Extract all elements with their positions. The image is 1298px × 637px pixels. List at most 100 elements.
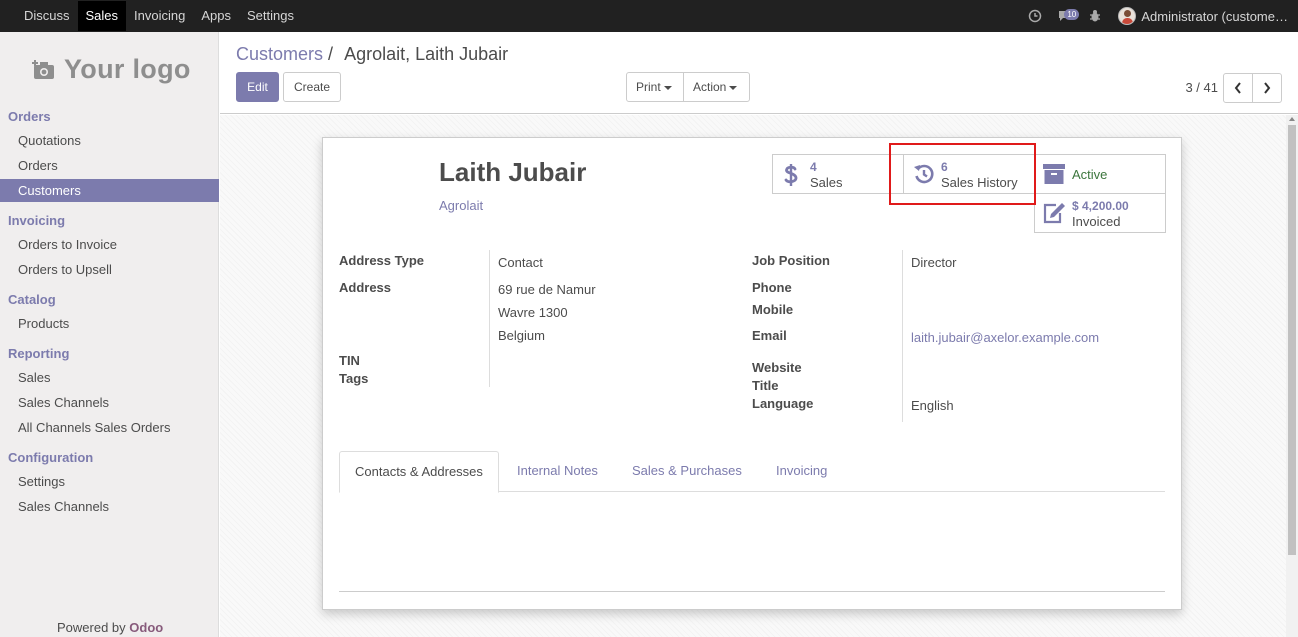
invoiced-label: Invoiced (1072, 214, 1121, 229)
section-orders[interactable]: Orders (8, 109, 51, 124)
pager-value[interactable]: 3 / 41 (1185, 80, 1218, 95)
address-city-zip: Wavre 1300 (498, 305, 568, 320)
create-button[interactable]: Create (283, 72, 341, 102)
top-navbar: Discuss Sales Invoicing Apps Settings 10… (0, 0, 1298, 32)
sidebar-item-orders-to-upsell[interactable]: Orders to Upsell (0, 258, 219, 281)
print-label: Print (636, 80, 661, 94)
print-dropdown[interactable]: Print (626, 72, 684, 102)
company-logo: Your logo (32, 54, 191, 85)
action-label: Action (693, 80, 727, 94)
menu-invoicing[interactable]: Invoicing (126, 1, 193, 31)
invoiced-amount: $ 4,200.00 (1072, 199, 1129, 213)
edit-button[interactable]: Edit (236, 72, 279, 102)
camera-icon (32, 59, 54, 79)
avatar (1118, 7, 1137, 25)
breadcrumb-separator: / (328, 44, 334, 64)
language-label: Language (752, 396, 814, 411)
breadcrumb: Customers / Agrolait, Laith Jubair (236, 44, 508, 65)
section-catalog[interactable]: Catalog (8, 292, 56, 307)
menu-sales[interactable]: Sales (77, 1, 127, 31)
breadcrumb-customers[interactable]: Customers (236, 44, 323, 64)
section-reporting[interactable]: Reporting (8, 346, 69, 361)
user-menu[interactable]: Administrator (custome… (1118, 7, 1288, 25)
sidebar-item-config-sales-channels[interactable]: Sales Channels (0, 495, 219, 518)
address-type-value: Contact (498, 255, 543, 270)
messages-icon[interactable]: 10 (1050, 0, 1080, 32)
chevron-down-icon (663, 85, 672, 90)
sidebar-item-config-settings[interactable]: Settings (0, 470, 219, 493)
debug-bug-icon[interactable] (1080, 0, 1110, 32)
job-position-value: Director (911, 255, 957, 270)
control-panel: Customers / Agrolait, Laith Jubair Edit … (220, 32, 1298, 114)
chevron-right-icon (1264, 82, 1271, 94)
powered-by-text: Powered by (57, 620, 126, 635)
address-country: Belgium (498, 328, 545, 343)
logo-text: Your logo (64, 54, 191, 84)
sidebar-item-reporting-sales[interactable]: Sales (0, 366, 219, 389)
form-sheet: Laith Jubair Agrolait 4 Sales 6 Sales Hi… (322, 137, 1182, 610)
pager-next-button[interactable] (1252, 73, 1282, 103)
tags-label: Tags (339, 371, 369, 386)
email-link[interactable]: laith.jubair@axelor.example.com (911, 330, 1099, 345)
column-divider (902, 250, 903, 422)
pager-previous-button[interactable] (1223, 73, 1253, 103)
dollar-icon (784, 164, 798, 186)
partner-company-link[interactable]: Agrolait (439, 198, 483, 213)
section-invoicing[interactable]: Invoicing (8, 213, 65, 228)
powered-by: Powered by Odoo (57, 620, 163, 635)
sidebar: Your logo Orders Quotations Orders Custo… (0, 32, 219, 637)
sidebar-item-products[interactable]: Products (0, 312, 219, 335)
action-dropdown[interactable]: Action (683, 72, 750, 102)
tab-invoicing[interactable]: Invoicing (761, 451, 842, 492)
tab-content-separator (339, 591, 1165, 592)
chevron-left-icon (1234, 82, 1241, 94)
active-toggle-button[interactable]: Active (1034, 154, 1166, 194)
menu-discuss[interactable]: Discuss (16, 1, 78, 31)
mobile-label: Mobile (752, 302, 794, 317)
menu-settings[interactable]: Settings (239, 1, 302, 31)
archive-icon (1043, 164, 1065, 184)
section-configuration[interactable]: Configuration (8, 450, 93, 465)
scrollbar-thumb[interactable] (1288, 125, 1296, 555)
sales-smart-button[interactable]: 4 Sales (772, 154, 904, 194)
edit-pencil-icon (1043, 203, 1065, 224)
language-value: English (911, 398, 954, 413)
scroll-up-icon[interactable] (1289, 117, 1295, 121)
powered-by-link[interactable]: Odoo (129, 620, 163, 635)
notebook-tabs: Contacts & Addresses Internal Notes Sale… (339, 451, 1165, 493)
sidebar-item-reporting-sales-channels[interactable]: Sales Channels (0, 391, 219, 414)
title-label: Title (752, 378, 779, 393)
chevron-down-icon (729, 85, 738, 90)
address-label: Address (339, 280, 392, 295)
tin-label: TIN (339, 353, 360, 368)
email-label: Email (752, 328, 787, 343)
app-menu: Discuss Sales Invoicing Apps Settings (16, 0, 302, 32)
sidebar-item-customers[interactable]: Customers (0, 179, 219, 202)
user-name: Administrator (custome… (1141, 8, 1288, 24)
tab-contacts-addresses[interactable]: Contacts & Addresses (339, 451, 499, 493)
tab-sales-purchases[interactable]: Sales & Purchases (617, 451, 757, 492)
partner-name: Laith Jubair (439, 157, 587, 187)
sidebar-item-quotations[interactable]: Quotations (0, 129, 219, 152)
sidebar-item-all-channels-sales-orders[interactable]: All Channels Sales Orders (0, 416, 219, 439)
invoiced-smart-button[interactable]: $ 4,200.00 Invoiced (1034, 193, 1166, 233)
job-position-label: Job Position (752, 253, 830, 268)
highlight-box (889, 143, 1036, 205)
tab-internal-notes[interactable]: Internal Notes (502, 451, 613, 492)
sales-count: 4 (810, 160, 817, 174)
activity-clock-icon[interactable] (1020, 0, 1050, 32)
sidebar-item-orders-to-invoice[interactable]: Orders to Invoice (0, 233, 219, 256)
sales-label: Sales (810, 175, 843, 190)
website-label: Website (752, 360, 802, 375)
messages-badge: 10 (1064, 9, 1080, 20)
breadcrumb-current: Agrolait, Laith Jubair (344, 44, 509, 64)
sidebar-item-orders[interactable]: Orders (0, 154, 219, 177)
phone-label: Phone (752, 280, 792, 295)
menu-apps[interactable]: Apps (193, 1, 239, 31)
vertical-scrollbar[interactable] (1286, 115, 1298, 637)
column-divider (489, 250, 490, 387)
address-type-label: Address Type (339, 253, 425, 268)
address-street: 69 rue de Namur (498, 282, 596, 297)
systray: 10 Administrator (custome… (1020, 0, 1288, 32)
active-status-label: Active (1072, 167, 1108, 182)
